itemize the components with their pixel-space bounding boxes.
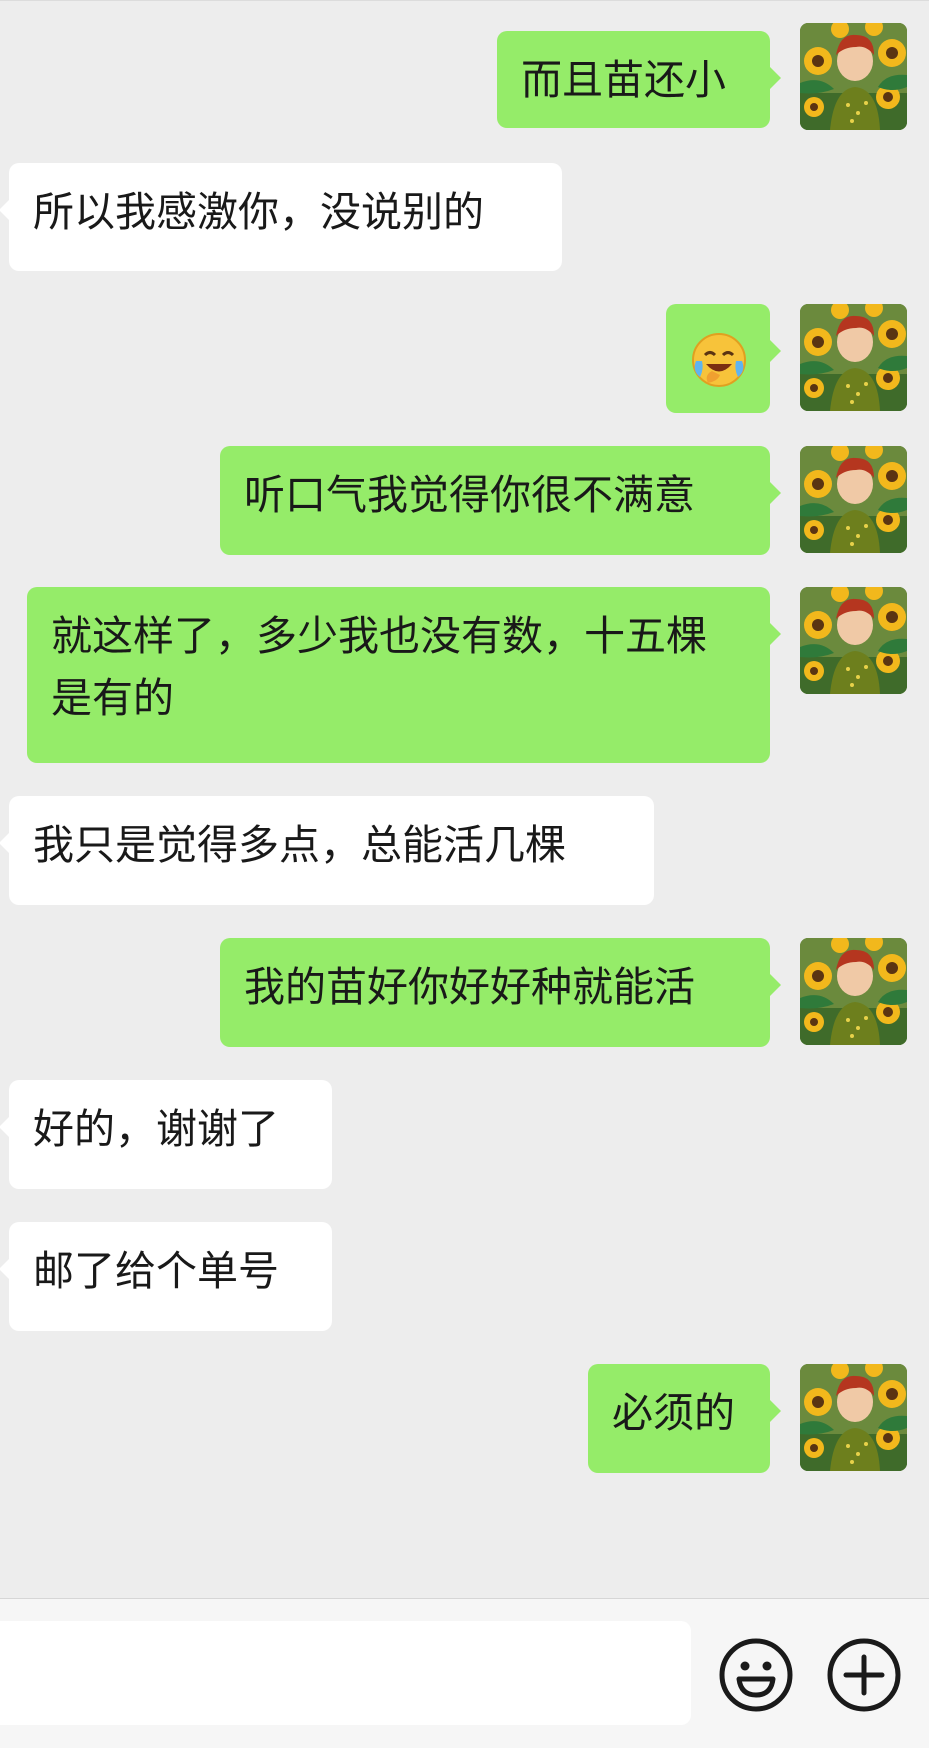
outgoing-message[interactable]: 必须的 <box>588 1364 781 1473</box>
chat-area[interactable]: 而且苗还小 所以我感激你，没说别的 听口气我觉得你很不满意 就这样了，多少我也没… <box>0 0 929 1598</box>
incoming-message[interactable]: 我只是觉得多点，总能活几棵 <box>0 796 654 905</box>
avatar[interactable] <box>800 1364 907 1471</box>
input-bar <box>0 1598 929 1748</box>
incoming-message[interactable]: 所以我感激你，没说别的 <box>0 163 562 271</box>
message-text: 而且苗还小 <box>521 56 726 104</box>
laughing-crying-emoji-icon <box>690 331 748 389</box>
avatar[interactable] <box>800 587 907 694</box>
plus-circle-icon <box>826 1637 902 1713</box>
outgoing-emoji-message[interactable] <box>666 304 781 413</box>
avatar[interactable] <box>800 304 907 411</box>
outgoing-message[interactable]: 我的苗好你好好种就能活 <box>220 938 781 1047</box>
avatar[interactable] <box>800 938 907 1045</box>
message-text: 邮了给个单号 <box>33 1247 279 1295</box>
more-button[interactable] <box>826 1637 902 1713</box>
message-text: 我只是觉得多点，总能活几棵 <box>33 821 566 869</box>
incoming-message[interactable]: 邮了给个单号 <box>0 1222 332 1331</box>
smiley-face-icon <box>718 1637 794 1713</box>
message-text: 所以我感激你，没说别的 <box>33 188 484 236</box>
message-text: 我的苗好你好好种就能活 <box>244 963 695 1011</box>
message-text: 好的，谢谢了 <box>33 1105 279 1153</box>
message-text: 必须的 <box>612 1389 735 1437</box>
outgoing-message[interactable]: 就这样了，多少我也没有数，十五棵是有的 <box>27 587 781 763</box>
emoji-button[interactable] <box>718 1637 794 1713</box>
incoming-message[interactable]: 好的，谢谢了 <box>0 1080 332 1189</box>
avatar[interactable] <box>800 446 907 553</box>
outgoing-message[interactable]: 听口气我觉得你很不满意 <box>220 446 781 555</box>
message-text: 就这样了，多少我也没有数，十五棵是有的 <box>51 612 707 722</box>
avatar[interactable] <box>800 23 907 130</box>
message-text: 听口气我觉得你很不满意 <box>244 471 695 519</box>
message-input[interactable] <box>0 1621 691 1725</box>
outgoing-message[interactable]: 而且苗还小 <box>497 31 781 128</box>
